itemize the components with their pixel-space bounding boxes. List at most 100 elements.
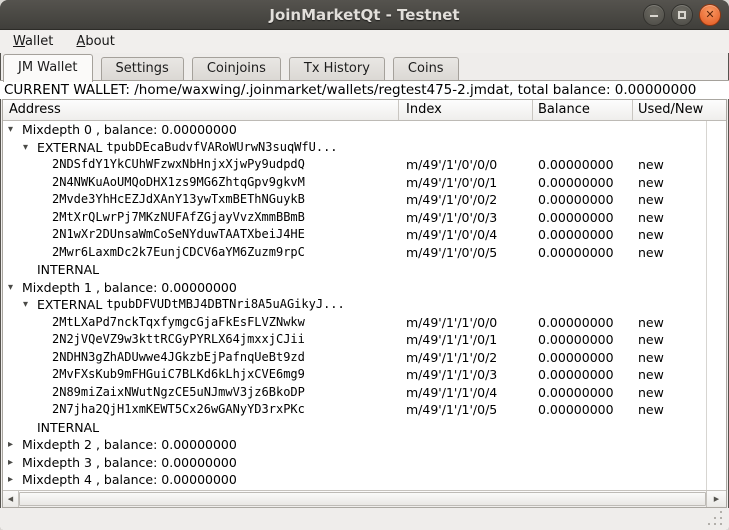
tab-jm-wallet[interactable]: JM Wallet: [3, 54, 93, 82]
row-label: Mixdepth 1 , balance: 0.00000000: [22, 279, 237, 297]
indent-spacer: [3, 217, 38, 218]
index-cell: [399, 454, 533, 472]
index-cell: m/49'/1'/1'/0/0: [399, 314, 533, 332]
index-cell: m/49'/1'/0'/0/2: [399, 191, 533, 209]
row-label: 2N89miZaixNWutNgzCE5uNJmwV3jz6BkoDP: [52, 384, 305, 402]
balance-cell: 0.00000000: [533, 156, 633, 174]
row-label: 2N7jha2QjH1xmKEWT5Cx26wGANyYD3rxPKc: [52, 401, 305, 419]
expand-arrow-icon[interactable]: ▸: [8, 471, 22, 489]
tree-row-branch[interactable]: INTERNAL: [3, 261, 726, 279]
tree-row-address[interactable]: 2Mvde3YhHcEZJdXAnY13ywTxmBEThNGuykB m/49…: [3, 191, 726, 209]
address-cell: ▸ Mixdepth 2 , balance: 0.00000000: [3, 436, 399, 454]
expand-arrow-icon[interactable]: ▾: [8, 279, 22, 297]
expand-arrow-icon[interactable]: ▾: [23, 139, 37, 157]
balance-cell: 0.00000000: [533, 191, 633, 209]
expand-arrow-icon[interactable]: ▸: [8, 454, 22, 472]
tree-row-mixdepth[interactable]: ▸ Mixdepth 2 , balance: 0.00000000: [3, 436, 726, 454]
balance-cell: 0.00000000: [533, 314, 633, 332]
tab-settings[interactable]: Settings: [101, 57, 184, 81]
indent-spacer: [3, 357, 38, 358]
tab-bar: JM Wallet Settings Coinjoins Tx History …: [0, 53, 729, 81]
expand-arrow-icon[interactable]: ▾: [23, 296, 37, 314]
index-cell: [399, 279, 533, 297]
balance-cell: 0.00000000: [533, 331, 633, 349]
balance-cell: 0.00000000: [533, 174, 633, 192]
row-label: 2MtLXaPd7nckTqxfymgcGjaFkEsFLVZNwkw: [52, 314, 305, 332]
tree-row-address[interactable]: 2MvFXsKub9mFHGuiC7BLKd6kLhjxCVE6mg9 m/49…: [3, 366, 726, 384]
tree-row-address[interactable]: 2N7jha2QjH1xmKEWT5Cx26wGANyYD3rxPKc m/49…: [3, 401, 726, 419]
close-button[interactable]: ✕: [699, 4, 721, 26]
app-window: JoinMarketQt - Testnet ✕ Wallet About JM…: [0, 0, 729, 530]
menu-wallet[interactable]: Wallet: [4, 31, 62, 54]
resize-grip[interactable]: [720, 523, 722, 525]
address-cell: INTERNAL: [3, 261, 399, 279]
expand-arrow-icon[interactable]: ▸: [8, 436, 22, 454]
tab-tx-history[interactable]: Tx History: [289, 57, 385, 81]
index-cell: m/49'/1'/1'/0/5: [399, 401, 533, 419]
row-label: INTERNAL: [37, 261, 99, 279]
tree-row-mixdepth[interactable]: ▾ Mixdepth 1 , balance: 0.00000000: [3, 279, 726, 297]
balance-cell: [533, 296, 633, 314]
indent-spacer: [3, 147, 23, 148]
row-label: EXTERNAL: [37, 139, 102, 157]
minimize-button[interactable]: [643, 4, 665, 26]
scroll-left-icon: ◀: [8, 495, 13, 503]
address-cell: 2N2jVQeVZ9w3kttRCGyPYRLX64jmxxjCJii: [3, 331, 399, 349]
address-cell: ▸ Mixdepth 4 , balance: 0.00000000: [3, 471, 399, 489]
scrollbar-thumb[interactable]: [19, 492, 706, 506]
address-cell: 2MtXrQLwrPj7MKzNUFAfZGjayVvzXmmBBmB: [3, 209, 399, 227]
maximize-button[interactable]: [671, 4, 693, 26]
row-label: 2Mwr6LaxmDc2k7EunjCDCV6aYM6Zuzm9rpC: [52, 244, 305, 262]
tree-row-address[interactable]: 2NDHN3gZhADUwwe4JGkzbEjPafnqUeBt9zd m/49…: [3, 349, 726, 367]
tree-row-mixdepth[interactable]: ▾ Mixdepth 0 , balance: 0.00000000: [3, 121, 726, 139]
header-index[interactable]: Index: [399, 100, 533, 120]
address-cell: ▾ Mixdepth 0 , balance: 0.00000000: [3, 121, 399, 139]
horizontal-scrollbar[interactable]: ◀ ▶: [3, 490, 726, 507]
address-cell: ▾ EXTERNAL tpubDEcaBudvfVARoWUrwN3suqWfU…: [3, 139, 399, 157]
tree-row-mixdepth[interactable]: ▸ Mixdepth 3 , balance: 0.00000000: [3, 454, 726, 472]
tree-row-address[interactable]: 2MtLXaPd7nckTqxfymgcGjaFkEsFLVZNwkw m/49…: [3, 314, 726, 332]
row-label: 2MvFXsKub9mFHGuiC7BLKd6kLhjxCVE6mg9: [52, 366, 305, 384]
index-cell: [399, 139, 533, 157]
balance-cell: [533, 471, 633, 489]
index-cell: m/49'/1'/1'/0/3: [399, 366, 533, 384]
expand-arrow-icon[interactable]: ▾: [8, 121, 22, 139]
row-xpub: tpubDEcaBudvfVARoWUrwN3suqWfU...: [106, 139, 337, 157]
address-cell: 2N89miZaixNWutNgzCE5uNJmwV3jz6BkoDP: [3, 384, 399, 402]
index-cell: [399, 471, 533, 489]
index-cell: m/49'/1'/1'/0/1: [399, 331, 533, 349]
tree-row-address[interactable]: 2N89miZaixNWutNgzCE5uNJmwV3jz6BkoDP m/49…: [3, 384, 726, 402]
indent-spacer: [3, 199, 38, 200]
tree-row-address[interactable]: 2N1wXr2DUnsaWmCoSeNYduwTAATXbeiJ4HE m/49…: [3, 226, 726, 244]
menubar: Wallet About: [0, 30, 729, 53]
scroll-right-icon: ▶: [714, 495, 719, 503]
tree-row-address[interactable]: 2Mwr6LaxmDc2k7EunjCDCV6aYM6Zuzm9rpC m/49…: [3, 244, 726, 262]
menu-about[interactable]: About: [67, 31, 123, 54]
row-label: 2N1wXr2DUnsaWmCoSeNYduwTAATXbeiJ4HE: [52, 226, 305, 244]
scroll-right-button[interactable]: ▶: [706, 491, 726, 507]
tree-row-branch[interactable]: INTERNAL: [3, 419, 726, 437]
tree-row-mixdepth[interactable]: ▸ Mixdepth 4 , balance: 0.00000000: [3, 471, 726, 489]
tree-row-address[interactable]: 2N4NWKuAoUMQoDHX1zs9MG6ZhtqGpv9gkvM m/49…: [3, 174, 726, 192]
scrollbar-track[interactable]: [19, 491, 706, 507]
tree-row-branch[interactable]: ▾ EXTERNAL tpubDEcaBudvfVARoWUrwN3suqWfU…: [3, 139, 726, 157]
tab-coinjoins[interactable]: Coinjoins: [192, 57, 281, 81]
tree-row-address[interactable]: 2NDSfdY1YkCUhWFzwxNbHnjxXjwPy9udpdQ m/49…: [3, 156, 726, 174]
balance-cell: 0.00000000: [533, 401, 633, 419]
close-icon: ✕: [700, 5, 720, 25]
address-cell: ▾ Mixdepth 1 , balance: 0.00000000: [3, 279, 399, 297]
scroll-left-button[interactable]: ◀: [3, 491, 19, 507]
header-balance[interactable]: Balance: [533, 100, 633, 120]
tree-row-address[interactable]: 2MtXrQLwrPj7MKzNUFAfZGjayVvzXmmBBmB m/49…: [3, 209, 726, 227]
tree-row-branch[interactable]: ▾ EXTERNAL tpubDFVUDtMBJ4DBTNri8A5uAGiky…: [3, 296, 726, 314]
header-used-new[interactable]: Used/New: [633, 100, 726, 120]
window-title: JoinMarketQt - Testnet: [0, 0, 729, 30]
header-address[interactable]: Address: [3, 100, 399, 120]
indent-spacer: [3, 182, 38, 183]
titlebar[interactable]: JoinMarketQt - Testnet ✕: [0, 0, 729, 30]
tree-row-address[interactable]: 2N2jVQeVZ9w3kttRCGyPYRLX64jmxxjCJii m/49…: [3, 331, 726, 349]
address-cell: 2MtLXaPd7nckTqxfymgcGjaFkEsFLVZNwkw: [3, 314, 399, 332]
current-wallet-banner: CURRENT WALLET: /home/waxwing/.joinmarke…: [0, 81, 729, 99]
row-label: INTERNAL: [37, 419, 99, 437]
tab-coins[interactable]: Coins: [393, 57, 459, 81]
